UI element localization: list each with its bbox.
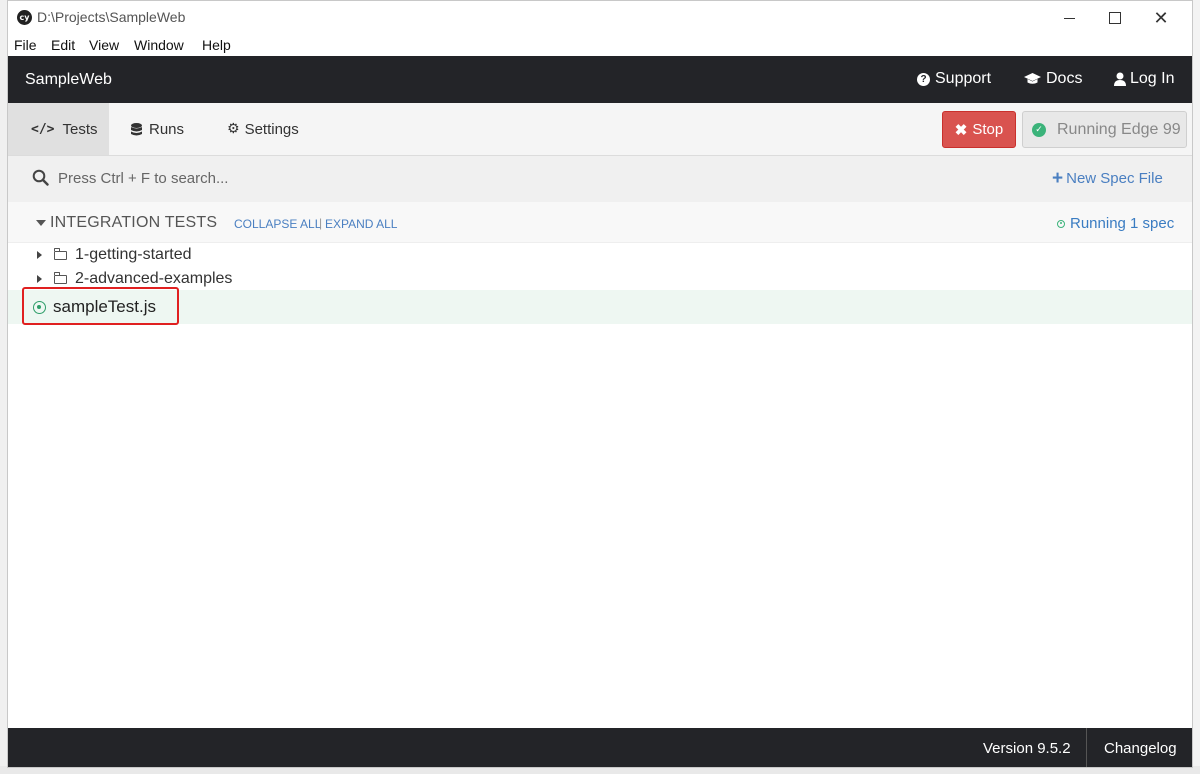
menu-help[interactable]: Help — [202, 37, 231, 53]
support-label: Support — [935, 70, 992, 87]
section-title[interactable]: INTEGRATION TESTS — [50, 214, 217, 232]
caret-right-icon — [37, 275, 42, 283]
app-window: cy D:\Projects\SampleWeb ✕ File Edit Vie… — [7, 0, 1193, 768]
user-icon — [1114, 72, 1126, 86]
plus-icon: + — [1052, 168, 1064, 189]
title-bar: cy D:\Projects\SampleWeb ✕ — [8, 1, 1192, 35]
folder-icon — [53, 247, 67, 260]
project-name: SampleWeb — [25, 71, 112, 88]
tab-bar: </> Tests Runs ⚙ Settings ✖ Stop ✓ Runni… — [8, 103, 1192, 156]
question-circle-icon: ? — [917, 72, 930, 86]
running-dot-icon — [1057, 219, 1065, 228]
folder-label: 1-getting-started — [75, 246, 192, 263]
changelog-link[interactable]: Changelog — [1104, 740, 1177, 757]
new-spec-file-label: New Spec File — [1066, 170, 1163, 187]
docs-link[interactable]: Docs — [1024, 70, 1082, 88]
caret-right-icon — [37, 251, 42, 259]
tab-tests-label: Tests — [62, 120, 98, 138]
expand-all-link[interactable]: EXPAND ALL — [325, 217, 397, 231]
footer-bar: Version 9.5.2 Changelog — [8, 728, 1192, 767]
search-input[interactable] — [58, 165, 558, 191]
cypress-logo-icon: cy — [17, 10, 32, 25]
login-link[interactable]: Log In — [1114, 70, 1174, 88]
version-label[interactable]: Version 9.5.2 — [983, 740, 1071, 757]
browser-status-label: Running Edge 99 — [1057, 120, 1181, 138]
tab-runs-label: Runs — [149, 120, 185, 138]
login-label: Log In — [1130, 70, 1175, 87]
running-spec-status: Running 1 spec — [1057, 215, 1174, 232]
top-nav: SampleWeb ? Support Docs Log In — [8, 56, 1192, 103]
folder-row[interactable]: 1-getting-started — [8, 243, 1192, 267]
stop-label: Stop — [972, 121, 1004, 138]
tab-tests[interactable]: </> Tests — [8, 103, 109, 155]
footer-divider — [1086, 728, 1087, 767]
menu-bar: File Edit View Window Help — [8, 35, 1192, 56]
collapse-all-link[interactable]: COLLAPSE ALL — [234, 217, 321, 231]
close-icon: ✕ — [1153, 7, 1169, 29]
highlight-annotation — [22, 287, 179, 325]
close-button[interactable]: ✕ — [1138, 3, 1184, 33]
folder-icon — [53, 271, 67, 284]
tab-runs[interactable]: Runs — [131, 103, 184, 155]
menu-window[interactable]: Window — [134, 37, 184, 53]
menu-view[interactable]: View — [89, 37, 119, 53]
gear-icon: ⚙ — [227, 121, 240, 137]
database-icon — [131, 122, 142, 135]
tab-settings-label: Settings — [244, 120, 299, 138]
x-icon: ✖ — [954, 121, 968, 139]
spec-row-active[interactable]: sampleTest.js — [8, 290, 1192, 324]
link-separator: | — [319, 216, 323, 230]
folder-row[interactable]: 2-advanced-examples — [8, 267, 1192, 291]
tab-settings[interactable]: ⚙ Settings — [227, 103, 299, 155]
menu-edit[interactable]: Edit — [51, 37, 75, 53]
window-title: D:\Projects\SampleWeb — [37, 9, 186, 25]
browser-status-button[interactable]: ✓ Running Edge 99 — [1022, 111, 1187, 148]
background-window-edge — [1192, 0, 1200, 774]
folder-label: 2-advanced-examples — [75, 270, 233, 287]
maximize-icon — [1109, 12, 1121, 24]
maximize-button[interactable] — [1092, 3, 1138, 33]
docs-label: Docs — [1046, 70, 1083, 87]
menu-file[interactable]: File — [14, 37, 37, 53]
graduation-cap-icon — [1024, 73, 1041, 84]
minimize-icon — [1063, 17, 1075, 19]
specs-section-header: INTEGRATION TESTS COLLAPSE ALL | EXPAND … — [8, 202, 1192, 243]
caret-down-icon[interactable] — [36, 220, 46, 226]
check-circle-icon: ✓ — [1032, 122, 1046, 137]
code-icon: </> — [31, 121, 55, 137]
running-spec-label: Running 1 spec — [1070, 215, 1175, 232]
support-link[interactable]: ? Support — [917, 70, 991, 88]
search-bar: + New Spec File — [8, 156, 1192, 202]
search-icon — [32, 169, 49, 186]
stop-button[interactable]: ✖ Stop — [942, 111, 1016, 148]
new-spec-file-button[interactable]: + New Spec File — [1052, 168, 1163, 189]
minimize-button[interactable] — [1046, 3, 1092, 33]
